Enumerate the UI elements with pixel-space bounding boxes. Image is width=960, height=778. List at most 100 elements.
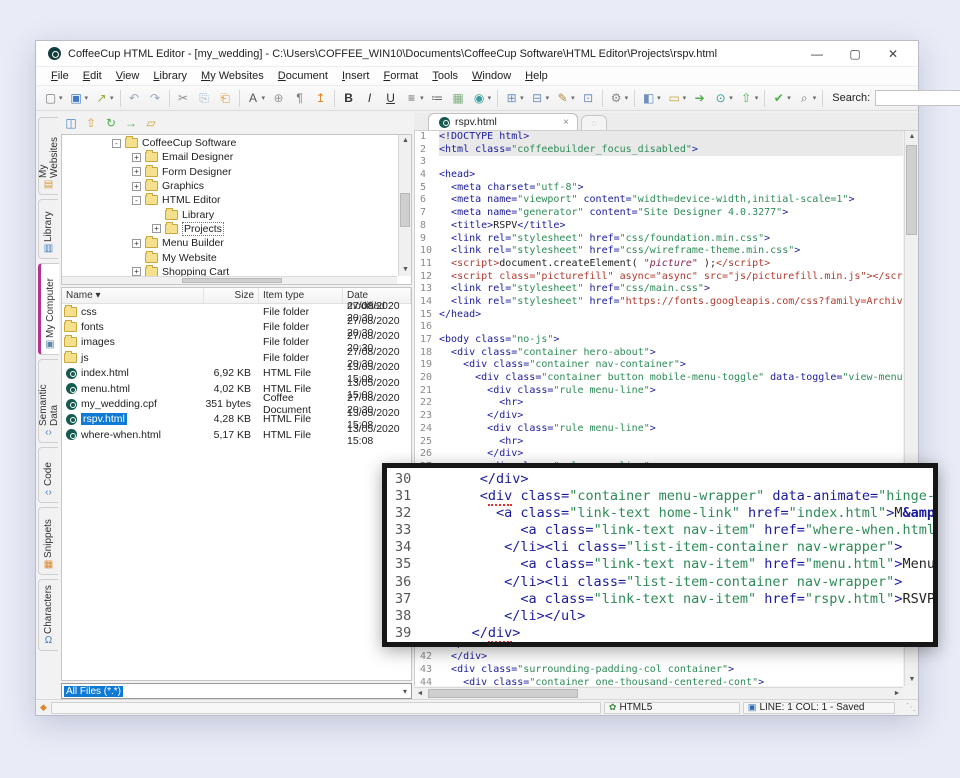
- underline-button[interactable]: U: [381, 88, 400, 108]
- scrollbar-thumb[interactable]: [428, 689, 578, 698]
- collapse-minus-icon[interactable]: -: [132, 196, 141, 205]
- tree-item-coffeecup-software[interactable]: -CoffeeCup Software: [62, 136, 397, 150]
- align-button[interactable]: ≡▾: [402, 88, 426, 108]
- tree-vertical-scrollbar[interactable]: ▲ ▼: [398, 135, 411, 276]
- tree-item-shopping-cart[interactable]: +Shopping Cart: [62, 265, 397, 276]
- open-folder-button[interactable]: ▱: [141, 114, 161, 132]
- preview-window-button[interactable]: ▭▾: [665, 88, 689, 108]
- insert-image-button[interactable]: ▦: [449, 88, 468, 108]
- sidebar-tab-code[interactable]: Code‹›: [38, 447, 58, 503]
- sidebar-tab-my-computer[interactable]: My Computer▣: [38, 263, 59, 355]
- folder-tree[interactable]: -CoffeeCup Software+Email Designer+Form …: [61, 134, 412, 285]
- copy-button[interactable]: ⎘: [195, 88, 214, 108]
- close-button[interactable]: ✕: [874, 43, 912, 65]
- new-tab-button[interactable]: ◌: [581, 115, 607, 130]
- scroll-down-icon[interactable]: ▼: [905, 674, 919, 686]
- menu-item-view[interactable]: View: [109, 68, 147, 84]
- undo-button[interactable]: ↶: [125, 88, 144, 108]
- expand-plus-icon[interactable]: +: [152, 224, 161, 233]
- italic-button[interactable]: I: [360, 88, 379, 108]
- online-image-button[interactable]: ◉▾: [470, 88, 494, 108]
- launch-browser-button[interactable]: ➔: [690, 88, 709, 108]
- collapse-minus-icon[interactable]: -: [112, 139, 121, 148]
- menu-item-file[interactable]: File: [44, 68, 76, 84]
- sidebar-tab-semantic-data[interactable]: Semantic Data‹›: [38, 359, 58, 443]
- open-project-button[interactable]: ↗▾: [92, 88, 116, 108]
- sidebar-tab-snippets[interactable]: Snippets▦: [38, 507, 58, 575]
- editor-tab-rspv[interactable]: rspv.html ×: [428, 113, 578, 130]
- scroll-left-icon[interactable]: ◄: [414, 688, 426, 699]
- expand-plus-icon[interactable]: +: [132, 267, 141, 276]
- up-level-button[interactable]: ⇧: [81, 114, 101, 132]
- tree-item-my-website[interactable]: My Website: [62, 250, 397, 264]
- save-button[interactable]: ▣▾: [67, 88, 91, 108]
- maximize-button[interactable]: ▢: [836, 43, 874, 65]
- settings-gear-button[interactable]: ⚙▾: [607, 88, 631, 108]
- expand-plus-icon[interactable]: +: [132, 167, 141, 176]
- redo-button[interactable]: ↷: [146, 88, 165, 108]
- web-globe-button[interactable]: ⊙▾: [711, 88, 735, 108]
- menu-item-help[interactable]: Help: [518, 68, 555, 84]
- insert-table-button[interactable]: ⊞▾: [502, 88, 526, 108]
- table-properties-button[interactable]: ⊡: [579, 88, 598, 108]
- edit-template-button[interactable]: ✎▾: [553, 88, 577, 108]
- menu-item-edit[interactable]: Edit: [76, 68, 109, 84]
- menu-item-format[interactable]: Format: [376, 68, 425, 84]
- tree-horizontal-scrollbar[interactable]: [62, 276, 397, 284]
- menu-item-tools[interactable]: Tools: [425, 68, 465, 84]
- tree-item-projects[interactable]: +Projects: [62, 222, 397, 236]
- scroll-up-icon[interactable]: ▲: [399, 135, 412, 147]
- tree-item-menu-builder[interactable]: +Menu Builder: [62, 236, 397, 250]
- cut-button[interactable]: ✂: [174, 88, 193, 108]
- scroll-up-icon[interactable]: ▲: [905, 131, 919, 143]
- menu-item-window[interactable]: Window: [465, 68, 518, 84]
- go-to-folder-button[interactable]: →: [121, 114, 141, 132]
- publish-button[interactable]: ↥: [311, 88, 330, 108]
- menu-item-document[interactable]: Document: [271, 68, 335, 84]
- font-button[interactable]: A▾: [244, 88, 268, 108]
- upload-export-button[interactable]: ⇧▾: [737, 88, 761, 108]
- minimize-button[interactable]: —: [798, 43, 836, 65]
- scroll-down-icon[interactable]: ▼: [399, 264, 412, 276]
- resize-grip[interactable]: ⋱: [906, 702, 916, 713]
- menu-item-my-websites[interactable]: My Websites: [194, 68, 271, 84]
- server-browse-button[interactable]: ◫: [61, 114, 81, 132]
- tree-item-graphics[interactable]: +Graphics: [62, 179, 397, 193]
- paragraph-marks-button[interactable]: ¶: [290, 88, 309, 108]
- column-header-size[interactable]: Size: [204, 288, 259, 303]
- frames-button[interactable]: ⊟▾: [528, 88, 552, 108]
- scrollbar-thumb[interactable]: [400, 193, 410, 227]
- sidebar-tab-library[interactable]: Library▥: [38, 199, 58, 259]
- column-header-name[interactable]: Name ▾: [62, 288, 204, 303]
- paste-button[interactable]: ⎗: [216, 88, 235, 108]
- scrollbar-thumb[interactable]: [182, 278, 282, 283]
- refresh-button[interactable]: ↻: [101, 114, 121, 132]
- expand-plus-icon[interactable]: +: [132, 153, 141, 162]
- menu-item-library[interactable]: Library: [146, 68, 194, 84]
- bold-button[interactable]: B: [339, 88, 358, 108]
- menu-item-insert[interactable]: Insert: [335, 68, 377, 84]
- bullet-list-button[interactable]: ≔: [428, 88, 447, 108]
- sidebar-tab-characters[interactable]: CharactersΩ: [38, 579, 58, 651]
- editor-horizontal-scrollbar[interactable]: ◄ ►: [414, 687, 903, 699]
- expand-plus-icon[interactable]: +: [132, 182, 141, 191]
- new-document-button[interactable]: ▢▾: [41, 88, 65, 108]
- close-tab-icon[interactable]: ×: [545, 117, 569, 128]
- tree-item-form-designer[interactable]: +Form Designer: [62, 165, 397, 179]
- insert-link-button[interactable]: ⊕: [269, 88, 288, 108]
- scroll-right-icon[interactable]: ►: [891, 688, 903, 699]
- sidebar-tab-my-websites[interactable]: My Websites▤: [38, 117, 58, 195]
- find-button[interactable]: ⌕▾: [795, 88, 819, 108]
- file-filter-dropdown[interactable]: All Files (*.*) ▾: [61, 683, 412, 699]
- search-input[interactable]: [875, 90, 960, 106]
- tree-item-library[interactable]: Library: [62, 207, 397, 221]
- tree-item-email-designer[interactable]: +Email Designer: [62, 150, 397, 164]
- expand-plus-icon[interactable]: +: [132, 239, 141, 248]
- spell-check-button[interactable]: ✔▾: [769, 88, 793, 108]
- file-row-where-when-html[interactable]: where-when.html5,17 KBHTML File13/05/202…: [62, 427, 411, 442]
- scrollbar-thumb[interactable]: [906, 145, 917, 235]
- file-list[interactable]: Name ▾SizeItem typeDate modified cssFile…: [61, 287, 412, 681]
- tree-item-html-editor[interactable]: -HTML Editor: [62, 193, 397, 207]
- split-view-button[interactable]: ◧▾: [639, 88, 663, 108]
- column-header-item-type[interactable]: Item type: [259, 288, 343, 303]
